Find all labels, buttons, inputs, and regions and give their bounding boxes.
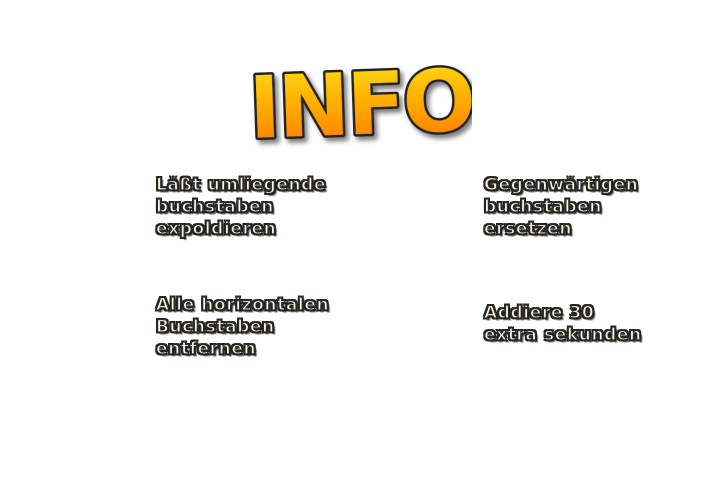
info-title-logo: INFO — [250, 52, 472, 152]
info-screen: INFO Läßt umliegende buchstaben expoldie… — [0, 0, 720, 480]
info-title-text: INFO — [250, 52, 472, 152]
info-item-replace-current: Gegenwärtigen buchstaben ersetzen — [483, 174, 639, 239]
info-item-extra-seconds: Addiere 30 extra sekunden — [483, 302, 642, 345]
info-title-graphic: INFO — [250, 52, 472, 152]
info-item-explode-neighbors: Läßt umliegende buchstaben expoldieren — [155, 174, 327, 239]
info-item-remove-horizontal: Alle horizontalen Buchstaben entfernen — [155, 294, 330, 359]
